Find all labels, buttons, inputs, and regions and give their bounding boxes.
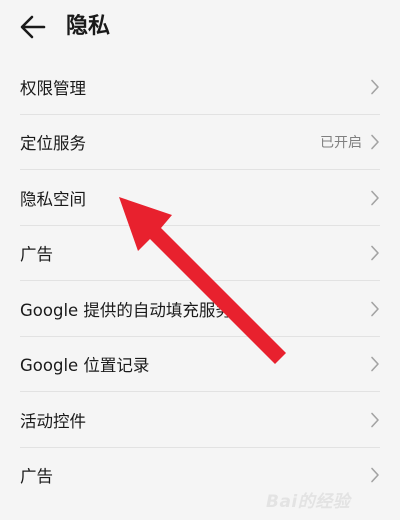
chevron-right-icon (371, 467, 379, 483)
settings-item-permission-management[interactable]: 权限管理 (0, 59, 400, 115)
watermark-text: Bai的经验 (266, 492, 351, 512)
chevron-right-icon (371, 134, 379, 150)
chevron-right-icon (371, 412, 379, 428)
settings-item-location-services[interactable]: 定位服务 已开启 (0, 115, 400, 170)
settings-item-label: 广告 (20, 467, 53, 487)
settings-list: 权限管理 定位服务 已开启 隐私空间 广告 Google 提供的自动填充服务 G… (0, 59, 400, 503)
settings-item-google-autofill[interactable]: Google 提供的自动填充服务 (0, 281, 400, 337)
watermark: Bai的经验 (266, 482, 386, 512)
settings-item-label: 定位服务 (20, 134, 86, 154)
settings-item-label: 广告 (20, 245, 53, 265)
back-arrow-icon[interactable] (18, 12, 48, 42)
chevron-right-icon (371, 79, 379, 95)
chevron-right-icon (371, 356, 379, 372)
settings-item-activity-controls[interactable]: 活动控件 (0, 392, 400, 448)
page-title: 隐私 (66, 14, 111, 39)
settings-item-label: 活动控件 (20, 411, 86, 431)
settings-item-google-location-history[interactable]: Google 位置记录 (0, 337, 400, 392)
settings-item-label: Google 位置记录 (20, 356, 150, 376)
chevron-right-icon (371, 190, 379, 206)
settings-item-private-space[interactable]: 隐私空间 (0, 170, 400, 226)
privacy-settings-screen: 隐私 权限管理 定位服务 已开启 隐私空间 广告 Google 提供的自动填充服… (0, 0, 400, 520)
settings-item-label: 隐私空间 (20, 189, 86, 209)
settings-item-label: Google 提供的自动填充服务 (20, 300, 232, 320)
settings-item-ads[interactable]: 广告 (0, 226, 400, 281)
location-status-value: 已开启 (320, 135, 362, 152)
settings-item-label: 权限管理 (20, 78, 86, 98)
chevron-right-icon (371, 301, 379, 317)
top-bar: 隐私 (0, 0, 400, 54)
chevron-right-icon (371, 245, 379, 261)
